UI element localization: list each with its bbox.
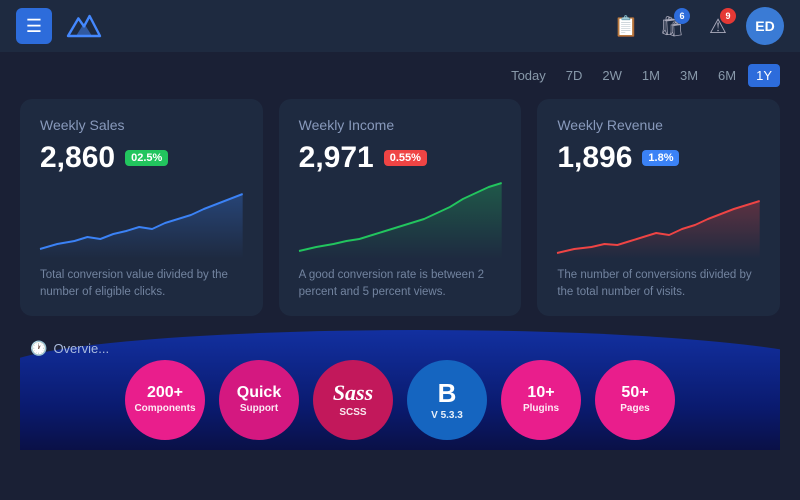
circle-components-main: 200+ [147, 384, 183, 402]
time-btn-2w[interactable]: 2W [594, 64, 630, 87]
circle-bootstrap[interactable]: B V 5.3.3 [407, 360, 487, 440]
circle-sass[interactable]: Sass SCSS [313, 360, 393, 440]
clock-icon: 🕐 [30, 340, 47, 357]
hamburger-icon: ☰ [26, 16, 42, 37]
weekly-revenue-title: Weekly Revenue [557, 117, 760, 133]
clipboard-icon: 📋 [614, 14, 639, 39]
time-btn-today[interactable]: Today [503, 64, 554, 87]
time-btn-1y[interactable]: 1Y [748, 64, 780, 87]
circle-plugins[interactable]: 10+ Plugins [501, 360, 581, 440]
weekly-income-card: Weekly Income 2,971 0.55% A good [279, 99, 522, 316]
alert-badge: 9 [720, 8, 736, 24]
weekly-revenue-value: 1,896 [557, 141, 632, 175]
weekly-revenue-desc: The number of conversions divided by the… [557, 267, 760, 302]
bottom-section: 🕐 Overvie... 200+ Components Quick Suppo… [20, 330, 780, 450]
header-right: 📋 🛍 6 ⚠ 9 ED [608, 7, 784, 45]
weekly-sales-title: Weekly Sales [40, 117, 243, 133]
time-filter: Today 7D 2W 1M 3M 6M 1Y [20, 64, 780, 87]
weekly-revenue-chart [557, 179, 760, 259]
header: ☰ 📋 🛍 6 ⚠ 9 ED [0, 0, 800, 52]
weekly-income-desc: A good conversion rate is between 2 perc… [299, 267, 502, 302]
circle-plugins-main: 10+ [527, 384, 554, 402]
weekly-income-value: 2,971 [299, 141, 374, 175]
time-btn-1m[interactable]: 1M [634, 64, 668, 87]
circle-components-sub: Components [134, 402, 195, 415]
weekly-sales-desc: Total conversion value divided by the nu… [40, 267, 243, 302]
circle-pages[interactable]: 50+ Pages [595, 360, 675, 440]
circles-row: 200+ Components Quick Support Sass SCSS … [20, 360, 780, 440]
circle-pages-main: 50+ [621, 384, 648, 402]
circle-bootstrap-sub: V 5.3.3 [431, 409, 463, 422]
time-btn-6m[interactable]: 6M [710, 64, 744, 87]
weekly-revenue-badge: 1.8% [642, 150, 679, 166]
weekly-income-title: Weekly Income [299, 117, 502, 133]
circle-support-main: Quick [237, 384, 281, 402]
circle-sass-main: Sass [333, 380, 373, 406]
weekly-income-badge: 0.55% [384, 150, 427, 166]
circle-support[interactable]: Quick Support [219, 360, 299, 440]
weekly-income-chart [299, 179, 502, 259]
circle-plugins-sub: Plugins [523, 402, 559, 415]
weekly-revenue-value-row: 1,896 1.8% [557, 141, 760, 175]
weekly-sales-chart [40, 179, 243, 259]
weekly-sales-value: 2,860 [40, 141, 115, 175]
weekly-sales-card: Weekly Sales 2,860 02.5% Total c [20, 99, 263, 316]
weekly-revenue-card: Weekly Revenue 1,896 1.8% The nu [537, 99, 780, 316]
main-content: Today 7D 2W 1M 3M 6M 1Y Weekly Sales 2,8… [0, 52, 800, 450]
circle-sass-sub: SCSS [339, 406, 366, 419]
bag-badge: 6 [674, 8, 690, 24]
logo-icon [64, 11, 104, 41]
overview-label: 🕐 Overvie... [30, 340, 109, 357]
clipboard-button[interactable]: 📋 [608, 8, 644, 44]
circle-components[interactable]: 200+ Components [125, 360, 205, 440]
menu-button[interactable]: ☰ [16, 8, 52, 44]
circle-support-sub: Support [240, 402, 278, 415]
avatar-button[interactable]: ED [746, 7, 784, 45]
circle-bootstrap-main: B [438, 378, 457, 409]
circle-pages-sub: Pages [620, 402, 649, 415]
alert-button[interactable]: ⚠ 9 [700, 8, 736, 44]
header-left: ☰ [16, 8, 104, 44]
weekly-income-value-row: 2,971 0.55% [299, 141, 502, 175]
cards-grid: Weekly Sales 2,860 02.5% Total c [20, 99, 780, 316]
logo [64, 11, 104, 41]
time-btn-3m[interactable]: 3M [672, 64, 706, 87]
bag-button[interactable]: 🛍 6 [654, 8, 690, 44]
weekly-sales-value-row: 2,860 02.5% [40, 141, 243, 175]
weekly-sales-badge: 02.5% [125, 150, 168, 166]
time-btn-7d[interactable]: 7D [558, 64, 591, 87]
